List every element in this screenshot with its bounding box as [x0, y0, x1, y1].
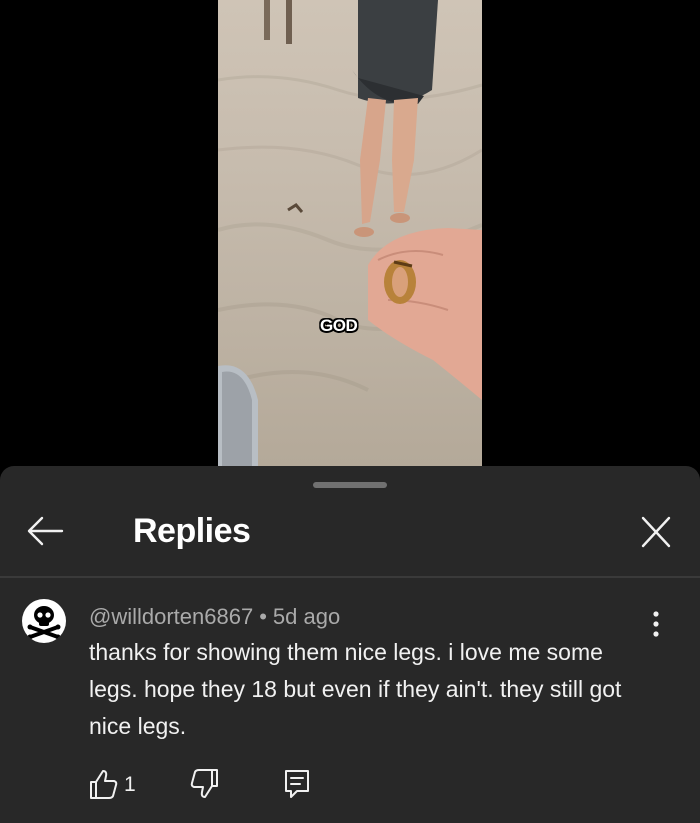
- comment-author[interactable]: @willdorten6867: [89, 604, 253, 629]
- sheet-title: Replies: [133, 512, 251, 550]
- comment-actions: 1: [0, 764, 700, 804]
- video-frame[interactable]: [218, 0, 482, 466]
- replies-sheet: Replies @willdorten6867 • 5d ago thanks fo…: [0, 466, 700, 823]
- thumbs-down-icon: [190, 769, 218, 798]
- reply-button[interactable]: [283, 768, 311, 800]
- like-count: 1: [124, 773, 136, 796]
- close-icon: [641, 516, 671, 548]
- skull-crossbones-icon: [27, 606, 61, 640]
- arrow-left-icon: [27, 516, 64, 546]
- video-player[interactable]: GOD: [0, 0, 700, 466]
- close-button[interactable]: [636, 514, 676, 550]
- video-caption: GOD: [320, 316, 358, 335]
- like-button[interactable]: [88, 768, 118, 800]
- back-button[interactable]: [22, 514, 68, 548]
- comment-meta: @willdorten6867 • 5d ago: [89, 604, 340, 630]
- thumbs-up-icon: [90, 770, 118, 799]
- dislike-button[interactable]: [190, 768, 220, 800]
- avatar[interactable]: [22, 599, 66, 643]
- header-divider: [0, 576, 700, 578]
- drag-handle[interactable]: [313, 482, 387, 488]
- meta-separator: •: [259, 604, 267, 629]
- comment-text: thanks for showing them nice legs. i lov…: [89, 639, 622, 739]
- beach-scene-image: [218, 0, 482, 466]
- comment-reply-icon: [285, 770, 309, 798]
- comment-age: 5d ago: [272, 604, 341, 629]
